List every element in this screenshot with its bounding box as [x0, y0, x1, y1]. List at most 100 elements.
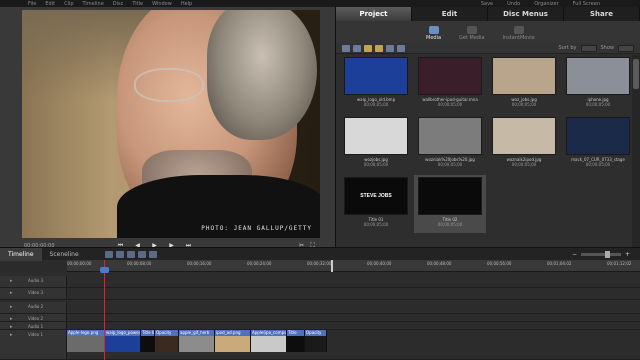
media-clip[interactable]: woz_jobs.jpg 00;00;05;00 — [488, 55, 560, 113]
undo-button[interactable]: Undo — [507, 1, 520, 7]
tab-share[interactable]: Share — [564, 7, 640, 21]
track-expand-icon[interactable]: ▸ — [10, 316, 13, 322]
zoom-slider[interactable] — [580, 250, 621, 258]
time-ruler[interactable]: 00;00;00;00 00;00;08;00 00;00;16;00 00;00;2… — [67, 260, 640, 272]
media-scrollbar[interactable] — [632, 55, 640, 247]
timeline-clip[interactable]: walp_logo_power — [105, 330, 141, 352]
playhead-handle[interactable] — [100, 267, 109, 273]
tab-edit[interactable]: Edit — [412, 7, 488, 21]
menu-title[interactable]: Title — [132, 1, 143, 7]
menu-disc[interactable]: Disc — [113, 1, 124, 7]
narration-icon[interactable] — [137, 250, 146, 258]
media-clip[interactable]: STEVE JOBS Title 01 00;00;05;00 — [340, 175, 412, 233]
current-time-indicator[interactable] — [104, 260, 105, 360]
tab-timeline[interactable]: Timeline — [0, 247, 42, 261]
menu-bar: File Edit Clip Timeline Disc Title Windo… — [0, 0, 640, 7]
timeline-clip[interactable]: Opacity — [305, 330, 327, 352]
ruler-tick-label: 00;00;08;00 — [127, 261, 152, 266]
track-expand-icon[interactable]: ▸ — [10, 290, 13, 296]
media-toolbar: Sort by Show — [336, 43, 640, 54]
track-expand-icon[interactable]: ▸ — [10, 332, 13, 338]
menu-window[interactable]: Window — [152, 1, 172, 7]
menu-timeline[interactable]: Timeline — [83, 1, 104, 7]
timeline-clip-thumbnail — [155, 336, 178, 352]
track-header: ▸ Audio 3 — [0, 276, 67, 287]
track-header: ▸ Video 3 — [0, 288, 67, 299]
marker-icon[interactable] — [148, 250, 157, 258]
smart-fix-icon[interactable] — [115, 250, 124, 258]
timeline-track[interactable]: ▸ Audio 3 — [0, 276, 640, 288]
timeline-track[interactable]: ▸ Audio 2 — [0, 302, 640, 314]
track-expand-icon[interactable]: ▸ — [10, 304, 13, 310]
clip-thumbnail[interactable] — [344, 117, 408, 155]
grid-view-icon[interactable] — [353, 44, 361, 52]
select-tool-icon[interactable] — [104, 250, 113, 258]
full-screen-button[interactable]: Full Screen — [573, 1, 600, 7]
subtab-get-media[interactable]: Get Media — [459, 26, 485, 41]
sort-by-label: Sort by — [558, 45, 577, 51]
work-area-end[interactable] — [331, 260, 333, 272]
menu-edit[interactable]: Edit — [45, 1, 55, 7]
scrollbar-thumb[interactable] — [633, 59, 639, 89]
timeline-track[interactable]: ▸ Video 3 — [0, 288, 640, 300]
clip-thumbnail[interactable] — [418, 57, 482, 95]
open-folder-icon[interactable] — [375, 44, 383, 52]
zoom-out-icon[interactable]: − — [572, 251, 577, 258]
media-clip[interactable]: Title 02 00;00;05;00 — [414, 175, 486, 233]
media-clip[interactable]: wozniak%20jobs%20.jpg 00;00;05;00 — [414, 115, 486, 173]
subtab-instant-movie[interactable]: InstantMovie — [503, 26, 535, 41]
media-clip[interactable]: walp_logo_old.bmp 00;00;05;00 — [340, 55, 412, 113]
new-folder-icon[interactable] — [364, 44, 372, 52]
organizer-button[interactable]: Organizer — [534, 1, 558, 7]
show-dropdown[interactable] — [618, 44, 634, 52]
media-clip[interactable]: iphone.jpg 00;00;05;00 — [562, 55, 634, 113]
timeline-tools — [104, 250, 157, 258]
subtab-media[interactable]: Media — [426, 26, 441, 41]
tab-project[interactable]: Project — [336, 7, 412, 21]
media-clip[interactable]: wallbrother-ipod-guitar.mna 00;00;05;00 — [414, 55, 486, 113]
clip-thumbnail[interactable] — [566, 117, 630, 155]
sort-by-dropdown[interactable] — [580, 44, 597, 52]
top-actions: Save Undo Organizer Full Screen — [481, 1, 640, 7]
track-name: Video 1 — [28, 332, 44, 337]
media-clip[interactable]: wozjobs.jpg 00;00;05;00 — [340, 115, 412, 173]
list-view-icon[interactable] — [342, 44, 350, 52]
track-name: Audio 1 — [28, 324, 44, 329]
clip-thumbnail[interactable] — [492, 117, 556, 155]
tab-sceneline[interactable]: Sceneline — [42, 248, 87, 261]
menu-clip[interactable]: Clip — [64, 1, 73, 7]
timeline-clip[interactable]: apple_gif_herb — [179, 330, 215, 352]
main-menu: File Edit Clip Timeline Disc Title Windo… — [0, 1, 192, 7]
media-clip[interactable]: woznaik2ipod.jpg 00;00;05;00 — [488, 115, 560, 173]
timeline-clip[interactable]: Opacity — [155, 330, 179, 352]
audio-mix-icon[interactable] — [126, 250, 135, 258]
clip-thumbnail[interactable] — [566, 57, 630, 95]
clip-thumbnail[interactable] — [418, 177, 482, 215]
timeline-track[interactable]: ▸ Audio 1 — [0, 322, 640, 330]
clip-thumbnail[interactable] — [418, 117, 482, 155]
clip-thumbnail[interactable] — [492, 57, 556, 95]
zoom-in-icon[interactable]: + — [625, 251, 630, 258]
timeline-clip-thumbnail — [141, 336, 154, 352]
ruler-tick-label: 00;00;48;00 — [427, 261, 452, 266]
timeline-clip[interactable]: Title 01 — [141, 330, 155, 352]
tab-disc-menus[interactable]: Disc Menus — [488, 7, 564, 21]
clip-thumbnail[interactable]: STEVE JOBS — [344, 177, 408, 215]
track-expand-icon[interactable]: ▸ — [10, 278, 13, 284]
new-item-icon[interactable] — [386, 44, 394, 52]
clip-thumbnail[interactable] — [344, 57, 408, 95]
timeline-clip[interactable]: Title — [287, 330, 305, 352]
ruler-tick-label: 00;00;00;00 — [67, 261, 92, 266]
menu-file[interactable]: File — [28, 1, 36, 7]
ruler-tick-label: 00;01;04;02 — [547, 261, 572, 266]
delete-icon[interactable] — [397, 44, 405, 52]
instant-movie-icon — [513, 26, 524, 34]
save-button[interactable]: Save — [481, 1, 493, 7]
menu-help[interactable]: Help — [181, 1, 192, 7]
timeline-clip[interactable]: Apple-logo.png — [67, 330, 105, 352]
timeline-clip[interactable]: ipod_ad.png — [215, 330, 251, 352]
timeline-track[interactable]: ▸ Video 2 — [0, 314, 640, 322]
timeline-clip[interactable]: Apple(ipo_comps — [251, 330, 287, 352]
track-expand-icon[interactable]: ▸ — [10, 324, 13, 330]
media-clip[interactable]: mack_07_CUR_0733_stage 00;00;05;00 — [562, 115, 634, 173]
